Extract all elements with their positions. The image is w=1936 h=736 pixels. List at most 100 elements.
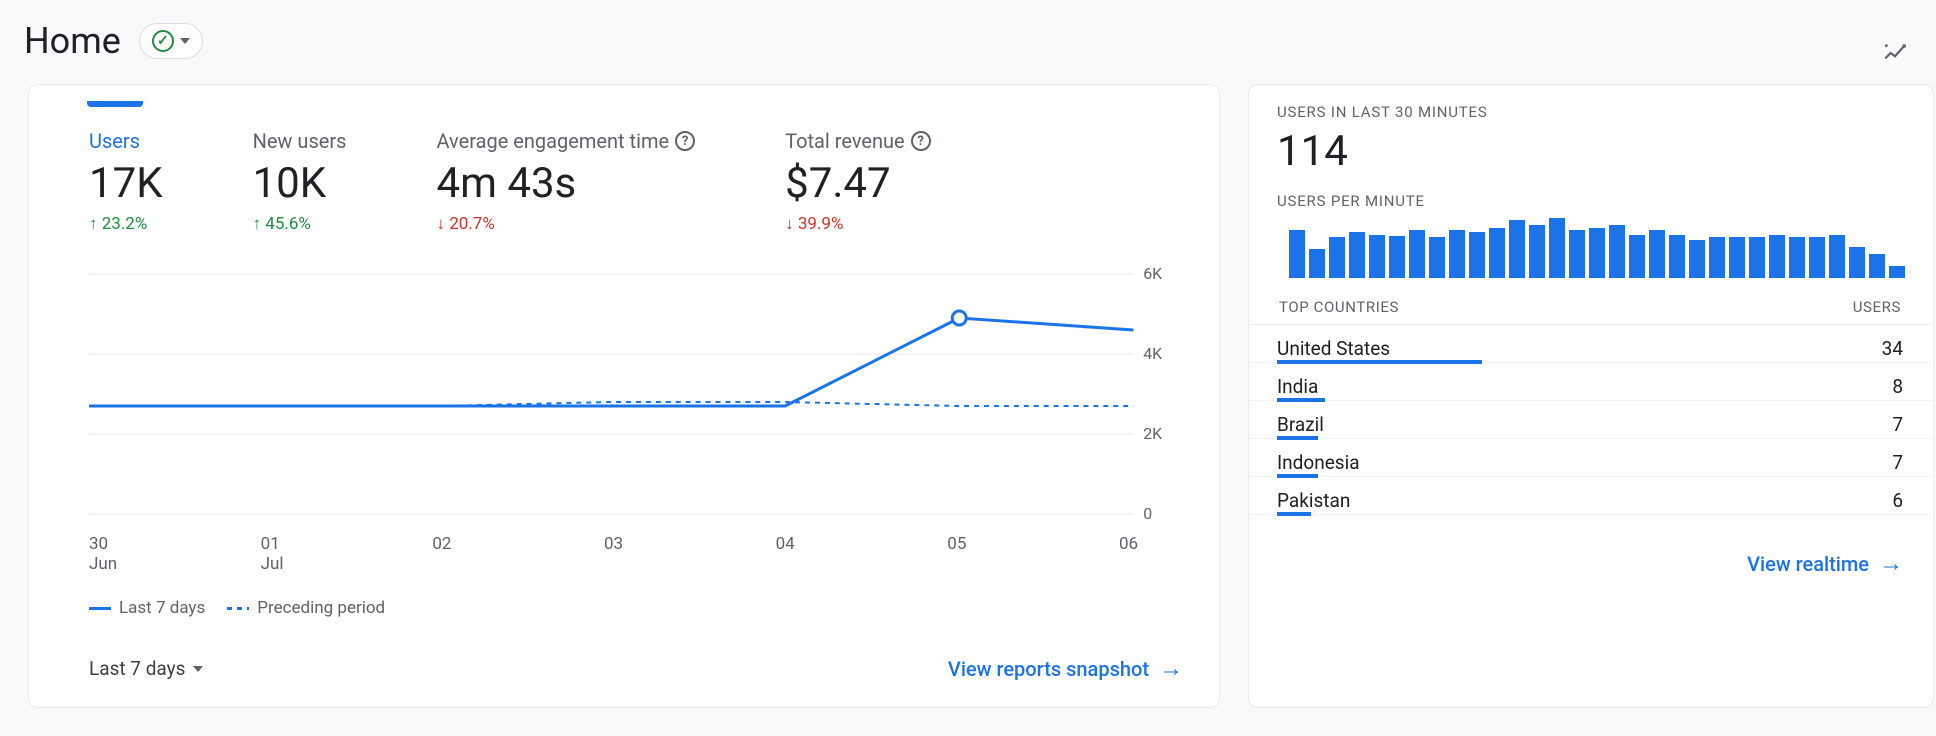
spark-bar	[1769, 235, 1785, 278]
insights-icon[interactable]	[1882, 40, 1908, 70]
country-name: Pakistan	[1277, 489, 1350, 512]
spark-bar	[1609, 225, 1625, 278]
spark-bar	[1689, 240, 1705, 278]
view-reports-snapshot-link[interactable]: View reports snapshot →	[948, 654, 1183, 683]
help-icon[interactable]: ?	[675, 131, 695, 151]
spark-bar	[1449, 230, 1465, 278]
spark-bar	[1429, 237, 1445, 278]
country-users: 6	[1892, 489, 1903, 512]
legend-swatch-dashed	[227, 607, 249, 610]
country-table-header: TOP COUNTRIES USERS	[1251, 288, 1931, 325]
spark-bar	[1309, 249, 1325, 278]
status-chip[interactable]: ✓	[139, 23, 203, 59]
chevron-down-icon	[193, 666, 203, 672]
page-title: Home	[24, 20, 121, 62]
spark-bar	[1789, 237, 1805, 278]
spark-bar	[1669, 235, 1685, 278]
svg-text:2K: 2K	[1143, 424, 1162, 443]
metric-label: Users	[89, 129, 163, 153]
country-users: 8	[1892, 375, 1903, 398]
spark-bar	[1529, 225, 1545, 278]
metric-value: 17K	[89, 159, 163, 208]
country-row[interactable]: United States 34	[1249, 325, 1933, 363]
spark-bar	[1629, 235, 1645, 278]
legend-swatch-solid	[89, 607, 111, 610]
metric-total-revenue[interactable]: Total revenue ?$7.47↓ 39.9%	[785, 129, 931, 234]
spark-bar	[1389, 236, 1405, 278]
metric-users[interactable]: Users 17K ↑ 23.2%	[89, 129, 163, 234]
country-row[interactable]: Pakistan 6	[1249, 477, 1933, 515]
overview-card: Users 17K ↑ 23.2% New users 10K ↑ 45.6% Averag…	[28, 84, 1220, 708]
realtime-card: USERS IN LAST 30 MINUTES 114 USERS PER M…	[1248, 84, 1934, 708]
chevron-down-icon	[180, 38, 190, 44]
metric-label: New users	[253, 129, 347, 153]
spark-bar	[1549, 218, 1565, 278]
x-tick: 05	[947, 534, 987, 574]
x-tick: 03	[604, 534, 644, 574]
metric-value: 10K	[253, 159, 347, 208]
metric-value: $7.47	[785, 159, 931, 208]
x-tick: 06	[1119, 534, 1159, 574]
x-axis-labels: 30Jun01Jul0203040506	[89, 534, 1159, 574]
metric-new-users[interactable]: New users 10K ↑ 45.6%	[253, 129, 347, 234]
spark-bar	[1489, 228, 1505, 278]
arrow-right-icon: →	[1159, 654, 1183, 683]
legend-label: Last 7 days	[119, 598, 205, 618]
country-name: India	[1277, 375, 1318, 398]
country-users: 34	[1882, 337, 1903, 360]
country-row[interactable]: India 8	[1249, 363, 1933, 401]
metric-delta: ↓ 39.9%	[785, 214, 931, 234]
active-tab-indicator	[87, 101, 143, 107]
spark-bar	[1349, 232, 1365, 278]
metric-delta: ↓ 20.7%	[436, 214, 695, 234]
spark-bar	[1729, 237, 1745, 278]
spark-bar	[1749, 237, 1765, 278]
spark-bar	[1469, 232, 1485, 278]
spark-bar	[1409, 230, 1425, 278]
realtime-heading: USERS IN LAST 30 MINUTES	[1277, 103, 1488, 121]
spark-bar	[1809, 237, 1825, 278]
metric-average-engagement-time[interactable]: Average engagement time ? 4m 43s ↓ 20.7%	[436, 129, 695, 234]
country-row[interactable]: Indonesia 7	[1249, 439, 1933, 477]
country-users: 7	[1892, 451, 1903, 474]
legend-label: Preceding period	[257, 598, 385, 618]
metric-value: 4m 43s	[436, 159, 695, 208]
svg-text:0: 0	[1143, 504, 1152, 523]
x-tick: 04	[776, 534, 816, 574]
view-realtime-link[interactable]: View realtime →	[1747, 549, 1903, 578]
help-icon[interactable]: ?	[911, 131, 931, 151]
date-range-selector[interactable]: Last 7 days	[89, 657, 203, 680]
metric-delta: ↑ 23.2%	[89, 214, 163, 234]
spark-bar	[1289, 230, 1305, 278]
country-bar	[1277, 512, 1311, 516]
country-name: Indonesia	[1277, 451, 1360, 474]
metric-label: Average engagement time ?	[436, 129, 695, 153]
spark-bar	[1649, 230, 1665, 278]
arrow-right-icon: →	[1879, 549, 1903, 578]
country-row[interactable]: Brazil 7	[1249, 401, 1933, 439]
check-icon: ✓	[152, 30, 174, 52]
spark-bar	[1829, 235, 1845, 278]
spark-bar	[1709, 237, 1725, 278]
svg-text:6K: 6K	[1143, 264, 1162, 283]
spark-bar	[1369, 235, 1385, 278]
country-name: United States	[1277, 337, 1390, 360]
realtime-subheading: USERS PER MINUTE	[1249, 186, 1933, 220]
spark-bar	[1329, 237, 1345, 278]
country-name: Brazil	[1277, 413, 1324, 436]
users-per-minute-sparkline	[1249, 220, 1933, 288]
spark-bar	[1849, 247, 1865, 278]
realtime-user-count: 114	[1249, 121, 1933, 186]
spark-bar	[1889, 266, 1905, 278]
country-users: 7	[1892, 413, 1903, 436]
spark-bar	[1869, 254, 1885, 278]
spark-bar	[1589, 228, 1605, 278]
x-tick: 01Jul	[261, 534, 301, 574]
svg-text:4K: 4K	[1143, 344, 1162, 363]
spark-bar	[1509, 220, 1525, 278]
line-chart: 0 2K 4K 6K	[89, 264, 1183, 524]
x-tick: 30Jun	[89, 534, 129, 574]
metric-delta: ↑ 45.6%	[253, 214, 347, 234]
spark-bar	[1569, 230, 1585, 278]
chart-legend: Last 7 days Preceding period	[89, 598, 1219, 618]
